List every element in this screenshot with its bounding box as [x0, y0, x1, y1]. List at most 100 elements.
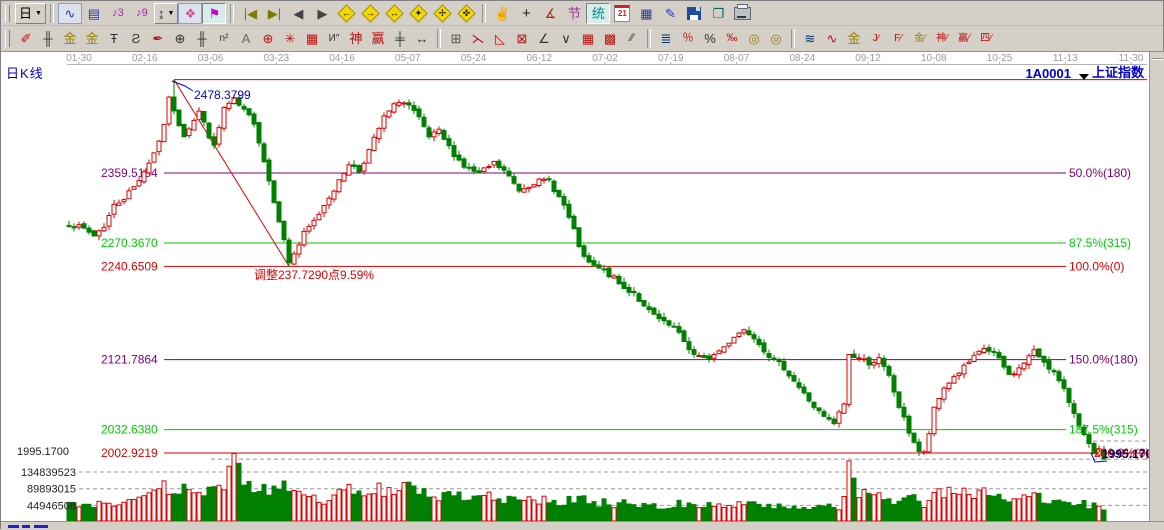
gann-fan-button[interactable]: ◺: [489, 28, 511, 49]
stats-tool-button[interactable]: 统: [586, 3, 610, 24]
angle-line-button[interactable]: ∠: [533, 28, 555, 49]
expand-x-button[interactable]: ✜: [454, 3, 478, 24]
pan-hand-button[interactable]: ✌: [490, 3, 514, 24]
gann-box-button[interactable]: ⊠: [511, 28, 533, 49]
scroll-right-button[interactable]: →: [358, 3, 382, 24]
last-page-button[interactable]: ▶|: [262, 3, 286, 24]
volume-bar: [777, 504, 781, 521]
symbol-label[interactable]: 1A0001 上证指数: [1025, 62, 1144, 81]
gann-rays-button[interactable]: ⋋: [467, 28, 489, 49]
volume-bar: [552, 500, 556, 521]
candle: [1012, 371, 1016, 378]
n-square-button[interactable]: n²: [213, 28, 235, 49]
rect-zone-button[interactable]: ⊞: [445, 28, 467, 49]
ying-angle-button[interactable]: 赢∕: [953, 28, 975, 49]
printer-button[interactable]: [730, 3, 754, 24]
page-next-button[interactable]: ▶: [310, 3, 334, 24]
time-grid-button[interactable]: ╫: [191, 28, 213, 49]
pink-pattern-button[interactable]: ❖: [178, 3, 202, 24]
info-panel-button[interactable]: ▤: [82, 3, 106, 24]
gann-fan-icon: ◺: [495, 32, 505, 45]
wave-brush-button[interactable]: ∿: [821, 28, 843, 49]
red-pen-button[interactable]: ✒: [147, 28, 169, 49]
si-angle-button[interactable]: 四∕: [975, 28, 997, 49]
red-web-button[interactable]: ✳: [279, 28, 301, 49]
volume-bar: [677, 500, 681, 521]
crosshair-button[interactable]: +: [514, 3, 538, 24]
ying-tool-button[interactable]: 赢: [367, 28, 389, 49]
candle: [907, 414, 911, 437]
parallel-lines-button[interactable]: ∕∕: [621, 28, 643, 49]
zoom-in-x-button[interactable]: ✦: [406, 3, 430, 24]
a-angle-button[interactable]: A: [235, 28, 257, 49]
n-wave-button[interactable]: И″: [323, 28, 345, 49]
hash-grid-button[interactable]: ╪: [389, 28, 411, 49]
permille-button[interactable]: ‰: [721, 28, 743, 49]
calendar-button[interactable]: 21: [610, 3, 634, 24]
cycle-circle-button[interactable]: ⊕: [169, 28, 191, 49]
angle-measure-button[interactable]: ∡: [538, 3, 562, 24]
candle: [492, 161, 496, 168]
ma9-button[interactable]: ♪9: [130, 3, 154, 24]
volume-bar: [937, 489, 941, 521]
kline-chart-canvas[interactable]: 01-3002-1603-0603-2304-1605-0705-2406-12…: [1, 52, 1149, 521]
shen-angle-button[interactable]: 神∕: [931, 28, 953, 49]
calculator-button[interactable]: ▦: [634, 3, 658, 24]
clipped-label-fragment: [34, 525, 48, 528]
gold-angle-button[interactable]: 金∕: [909, 28, 931, 49]
red-gridbox-button[interactable]: ▦: [301, 28, 323, 49]
gold-box-button[interactable]: 金: [843, 28, 865, 49]
gann-level-price-label: 2270.3670: [101, 236, 158, 250]
candle: [682, 329, 686, 341]
percent-red-button[interactable]: ％: [677, 28, 699, 49]
period-selector-button[interactable]: 日▼: [15, 3, 46, 24]
volume-bar: [562, 505, 566, 521]
volume-ruler-button[interactable]: ≣: [655, 28, 677, 49]
volume-bar: [762, 507, 766, 521]
jie-tool-button[interactable]: 节: [562, 3, 586, 24]
red-brush-button[interactable]: ✐: [15, 28, 37, 49]
first-page-button[interactable]: |◀: [238, 3, 262, 24]
color-flag-button[interactable]: ⚑: [202, 3, 226, 24]
ma3-button[interactable]: ♪3: [106, 3, 130, 24]
volume-bar: [142, 496, 146, 521]
save-button[interactable]: [682, 3, 706, 24]
candle: [112, 200, 116, 218]
candle: [147, 160, 151, 175]
j-angle-button[interactable]: J∕: [865, 28, 887, 49]
zoom-out-x-button[interactable]: ↔: [382, 3, 406, 24]
shen-tool-button[interactable]: 神: [345, 28, 367, 49]
page-prev-button[interactable]: ◀: [286, 3, 310, 24]
price-grid-2-button[interactable]: ▩: [599, 28, 621, 49]
blue-bars-button[interactable]: ≋: [799, 28, 821, 49]
f-line-button[interactable]: Ŧ: [103, 28, 125, 49]
price-grid-button[interactable]: ▦: [577, 28, 599, 49]
gold-circle-1-button[interactable]: ◎: [743, 28, 765, 49]
compress-x-button[interactable]: ✢: [430, 3, 454, 24]
volume-bar: [817, 505, 821, 521]
trend-chart-button[interactable]: ∿: [58, 3, 82, 24]
volume-bar: [837, 510, 841, 521]
adjustment-annotation: 调整237.7290点9.59%: [254, 267, 374, 282]
volume-bar: [732, 507, 736, 521]
percent-button[interactable]: %: [699, 28, 721, 49]
gold-tool-2-button[interactable]: 金: [81, 28, 103, 49]
gold-tool-1-button[interactable]: 金: [59, 28, 81, 49]
gann-grid-button[interactable]: ╫: [37, 28, 59, 49]
scroll-left-button[interactable]: ←: [334, 3, 358, 24]
candle: [272, 180, 276, 203]
candle-zoom-button[interactable]: ↨▼: [154, 3, 178, 24]
candle: [532, 185, 536, 188]
candle: [662, 313, 666, 325]
permille-icon: ‰: [727, 33, 738, 44]
export-button[interactable]: ❐: [706, 3, 730, 24]
spiral-button[interactable]: Ƨ: [125, 28, 147, 49]
gold-circle-2-button[interactable]: ◎: [765, 28, 787, 49]
volume-bar: [352, 494, 356, 521]
candle: [542, 177, 546, 184]
red-target-button[interactable]: ⊕: [257, 28, 279, 49]
notes-button[interactable]: ✎: [658, 3, 682, 24]
f-angle-button[interactable]: F∕: [887, 28, 909, 49]
v-lines-button[interactable]: ∨: [555, 28, 577, 49]
width-measure-button[interactable]: ↔: [411, 28, 433, 49]
